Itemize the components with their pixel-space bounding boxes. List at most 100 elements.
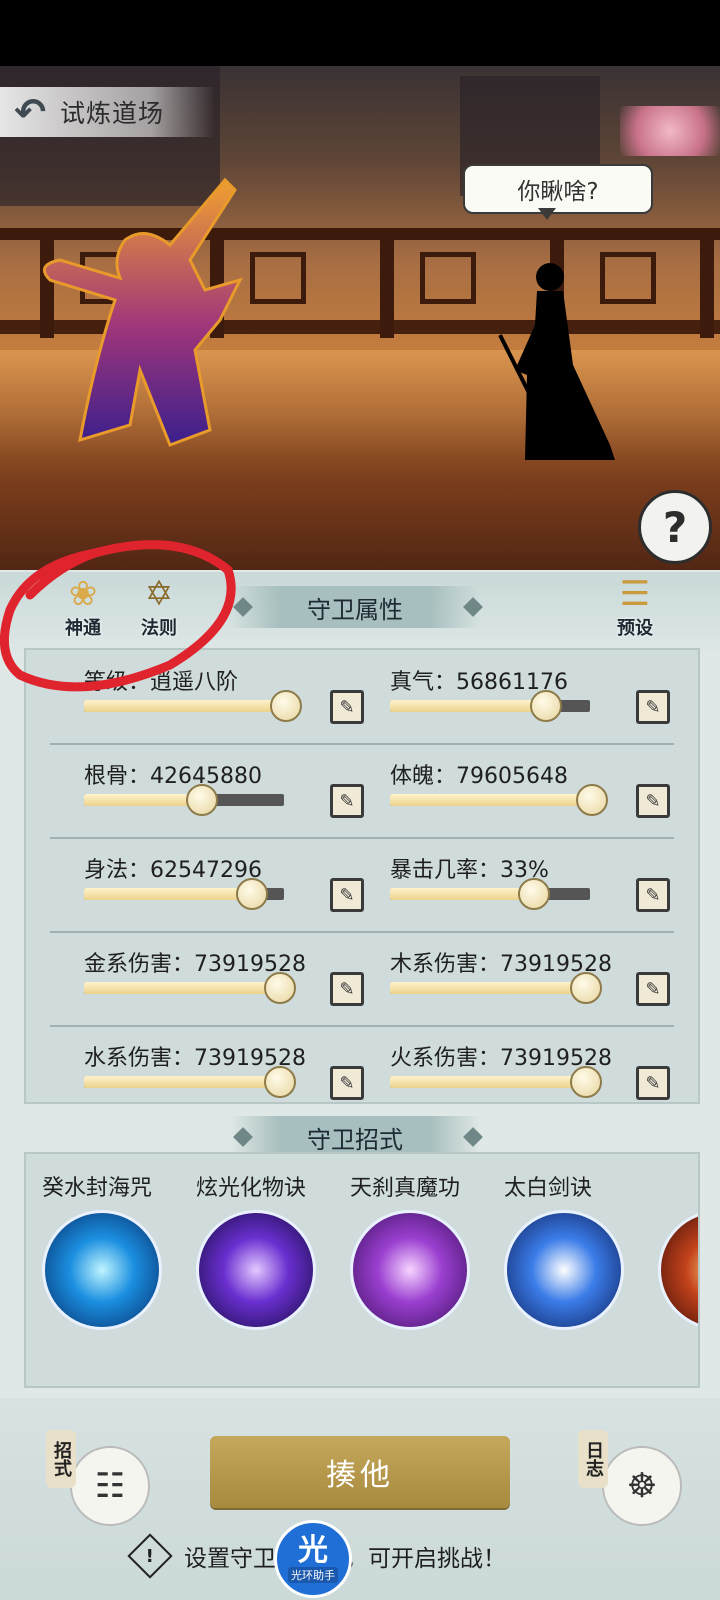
- attribute-list: 等级：逍遥八阶 ✎ 真气：56861176 ✎ 根骨：42645880 ✎ 体魄：79605…: [24, 648, 700, 1104]
- page-title: 试炼道场: [60, 99, 165, 128]
- log-button[interactable]: ☸ 日志: [576, 1430, 686, 1530]
- attribute-slider-knob[interactable]: [570, 1066, 602, 1098]
- edit-attribute-button[interactable]: ✎: [636, 690, 670, 724]
- attribute-slider-knob[interactable]: [576, 784, 608, 816]
- attribute-slider[interactable]: [390, 1076, 590, 1088]
- tab-preset[interactable]: ☰ 预设: [600, 574, 670, 650]
- attribute-slider[interactable]: [390, 982, 590, 994]
- edit-attribute-button[interactable]: ✎: [636, 1066, 670, 1100]
- attribute-slider-fill: [84, 794, 200, 806]
- attribute-slider-fill: [390, 1076, 584, 1088]
- skill-name: 太白剑诀: [504, 1176, 593, 1201]
- attribute-slider-knob[interactable]: [518, 878, 550, 910]
- attribute-label: 体魄：79605648: [390, 764, 568, 789]
- attribute-slider[interactable]: [84, 982, 284, 994]
- pencil-icon: ✎: [645, 696, 661, 718]
- guard-silhouette: [498, 263, 615, 460]
- skill-3-icon[interactable]: [350, 1210, 470, 1330]
- attribute-slider-knob[interactable]: [236, 878, 268, 910]
- attribute-slider-fill: [390, 794, 590, 806]
- attribute-slider-fill: [84, 982, 278, 994]
- attribute-slider-fill: [390, 982, 584, 994]
- edit-attribute-button[interactable]: ✎: [636, 784, 670, 818]
- assistant-badge-glyph: 光: [298, 1533, 328, 1568]
- attribute-slider-knob[interactable]: [264, 972, 296, 1004]
- speech-bubble-tail: [538, 208, 556, 220]
- question-icon: ?: [662, 502, 688, 552]
- player-silhouette: [42, 177, 243, 447]
- attribute-slider[interactable]: [84, 794, 284, 806]
- attribute-slider[interactable]: [84, 700, 284, 712]
- assistant-badge-label: 光环助手: [288, 1567, 338, 1583]
- row-divider: [50, 837, 674, 839]
- log-tag: 日志: [578, 1430, 608, 1488]
- pencil-icon: ✎: [339, 696, 355, 718]
- assistant-float-button[interactable]: 光 光环助手: [274, 1520, 352, 1598]
- edit-attribute-button[interactable]: ✎: [330, 690, 364, 724]
- attribute-slider-fill: [84, 888, 250, 900]
- pencil-icon: ✎: [645, 1072, 661, 1094]
- pencil-icon: ✎: [645, 978, 661, 1000]
- attribute-slider[interactable]: [390, 794, 590, 806]
- scroll-icon: ☷: [70, 1446, 150, 1526]
- attribute-label: 根骨：42645880: [84, 764, 262, 789]
- tab-preset-label: 预设: [617, 618, 653, 639]
- attributes-title-banner: 守卫属性: [230, 586, 480, 628]
- attribute-slider-fill: [84, 700, 284, 712]
- row-divider: [50, 931, 674, 933]
- attribute-slider-knob[interactable]: [570, 972, 602, 1004]
- edit-attribute-button[interactable]: ✎: [636, 878, 670, 912]
- log-scroll-icon: ☸: [602, 1446, 682, 1526]
- edit-attribute-button[interactable]: ✎: [330, 878, 364, 912]
- attributes-title: 守卫属性: [307, 595, 403, 624]
- railing-post: [700, 228, 714, 338]
- tab-faze[interactable]: ✡ 法则: [124, 574, 194, 650]
- pencil-icon: ✎: [339, 978, 355, 1000]
- edit-attribute-button[interactable]: ✎: [330, 1066, 364, 1100]
- edit-attribute-button[interactable]: ✎: [330, 972, 364, 1006]
- skill-5-icon[interactable]: [658, 1210, 698, 1330]
- tab-shentong-label: 神通: [65, 618, 101, 639]
- moves-button[interactable]: ☷ 招式: [44, 1430, 154, 1530]
- edit-attribute-button[interactable]: ✎: [636, 972, 670, 1006]
- row-divider: [50, 1025, 674, 1027]
- skill-name: 癸水封海咒: [42, 1176, 153, 1201]
- speech-bubble: 你瞅啥?: [463, 164, 653, 214]
- back-button[interactable]: ↶ 试炼道场: [0, 87, 215, 137]
- attribute-slider-fill: [84, 1076, 278, 1088]
- warning-icon: !: [127, 1533, 173, 1579]
- pencil-icon: ✎: [645, 790, 661, 812]
- challenge-hint: ! 设置守卫招式后，可开启挑战！: [127, 1533, 590, 1579]
- back-arrow-icon: ↶: [14, 90, 46, 134]
- attribute-slider[interactable]: [390, 888, 590, 900]
- row-divider: [50, 743, 674, 745]
- skill-name: 炫光化物诀: [196, 1176, 307, 1201]
- help-button[interactable]: ?: [638, 490, 712, 564]
- fight-button[interactable]: 揍他: [210, 1436, 510, 1508]
- moves-tag: 招式: [46, 1430, 76, 1488]
- railing-post: [380, 228, 394, 338]
- attribute-slider[interactable]: [84, 1076, 284, 1088]
- attribute-slider-knob[interactable]: [530, 690, 562, 722]
- attribute-label: 身法：62547296: [84, 858, 262, 883]
- skill-list: 癸水封海咒 炫光化物诀 天刹真魔功 太白剑诀: [24, 1152, 700, 1388]
- pencil-icon: ✎: [339, 790, 355, 812]
- tab-shentong[interactable]: ❀ 神通: [48, 574, 118, 650]
- skill-4-icon[interactable]: [504, 1210, 624, 1330]
- skill-1-icon[interactable]: [42, 1210, 162, 1330]
- skill-2-icon[interactable]: [196, 1210, 316, 1330]
- skill-name: 天刹真魔功: [350, 1176, 461, 1201]
- blossom-branch: [620, 106, 720, 156]
- hexagram-icon: ✡: [144, 574, 174, 614]
- sliders-icon: ☰: [619, 574, 651, 614]
- pencil-icon: ✎: [645, 884, 661, 906]
- edit-attribute-button[interactable]: ✎: [330, 784, 364, 818]
- attribute-slider-knob[interactable]: [270, 690, 302, 722]
- lotus-icon: ❀: [68, 574, 98, 614]
- attribute-slider-knob[interactable]: [264, 1066, 296, 1098]
- attribute-label: 等级：逍遥八阶: [84, 670, 239, 695]
- pencil-icon: ✎: [339, 1072, 355, 1094]
- attribute-slider-knob[interactable]: [186, 784, 218, 816]
- attribute-slider-fill: [390, 888, 532, 900]
- tab-faze-label: 法则: [141, 618, 177, 639]
